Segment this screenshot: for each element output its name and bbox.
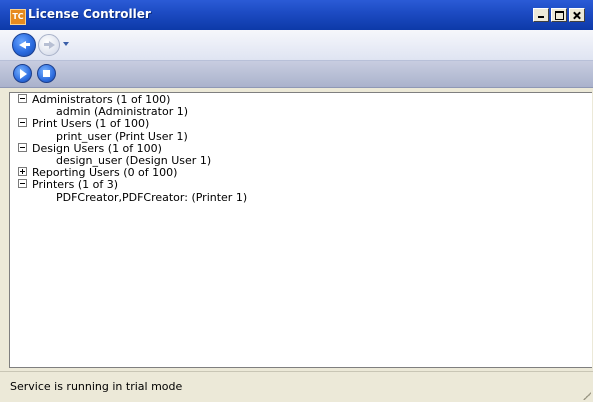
minimize-button[interactable]: [533, 8, 549, 22]
title-bar[interactable]: TC License Controller: [0, 0, 593, 31]
back-button[interactable]: [12, 33, 36, 57]
stop-service-button[interactable]: [37, 64, 56, 83]
collapse-icon[interactable]: [18, 94, 27, 103]
tree-group-label: Design Users (1 of 100): [32, 141, 162, 155]
close-button[interactable]: [569, 8, 585, 22]
tree-group-label: Printers (1 of 3): [32, 178, 118, 192]
arrow-left-icon: [24, 43, 30, 46]
tree-group-node[interactable]: Print Users (1 of 100): [18, 118, 247, 130]
status-bar: Service is running in trial mode: [0, 371, 593, 402]
arrow-right-icon: [44, 43, 50, 46]
expand-icon[interactable]: [18, 167, 27, 177]
tree-group-label: Administrators (1 of 100): [32, 93, 171, 106]
window-controls: [531, 8, 585, 22]
collapse-icon[interactable]: [18, 179, 27, 189]
window-title: License Controller: [28, 7, 151, 21]
tree-child-item[interactable]: PDFCreator,PDFCreator: (Printer 1): [18, 191, 247, 204]
collapse-icon[interactable]: [18, 142, 27, 152]
forward-button[interactable]: [38, 34, 60, 56]
license-controller-window: TC License Controller Administrators (1 …: [0, 0, 593, 402]
navigation-bar: [0, 30, 593, 61]
maximize-button[interactable]: [551, 8, 567, 22]
license-tree-panel[interactable]: Administrators (1 of 100) admin (Administ…: [9, 92, 592, 368]
resize-grip-icon[interactable]: [581, 390, 591, 400]
license-tree: Administrators (1 of 100) admin (Administ…: [18, 93, 247, 204]
collapse-icon[interactable]: [18, 118, 27, 128]
chevron-down-icon[interactable]: [63, 42, 69, 46]
status-text: Service is running in trial mode: [10, 380, 183, 393]
app-icon: TC: [10, 9, 26, 25]
tree-group-node[interactable]: Printers (1 of 3): [18, 179, 247, 191]
start-service-button[interactable]: [13, 64, 32, 83]
toolbar: [0, 61, 593, 88]
tree-group-label: Reporting Users (0 of 100): [32, 166, 178, 180]
tree-group-label: Print Users (1 of 100): [32, 117, 150, 131]
